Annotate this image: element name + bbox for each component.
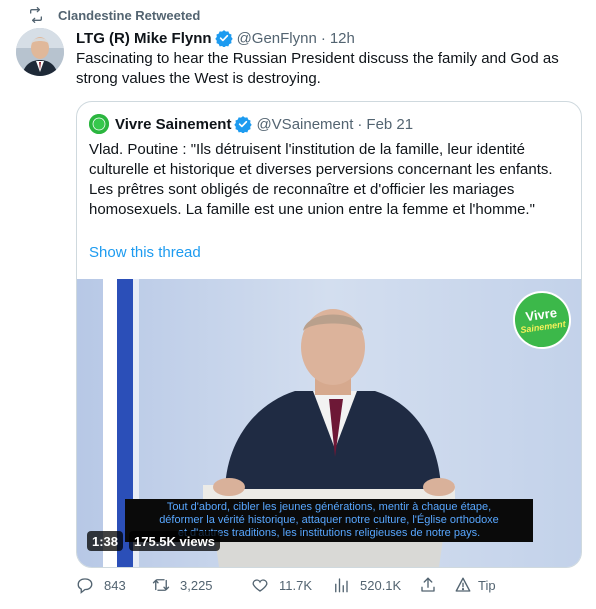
quote-author-name[interactable]: Vivre Sainement bbox=[115, 116, 231, 133]
tweet-header: LTG (R) Mike Flynn @GenFlynn · 12h bbox=[76, 28, 355, 48]
author-avatar[interactable] bbox=[16, 28, 64, 76]
quote-author-handle[interactable]: @VSainement bbox=[256, 116, 353, 133]
quote-header-separator: · bbox=[357, 115, 363, 133]
retweet-button[interactable]: 3,225 bbox=[152, 576, 213, 594]
view-count: 520.1K bbox=[360, 577, 402, 593]
views-chart-icon bbox=[332, 576, 350, 594]
quote-timestamp[interactable]: Feb 21 bbox=[366, 116, 413, 133]
views-button[interactable]: 520.1K bbox=[332, 576, 401, 594]
like-count: 11.7K bbox=[279, 577, 313, 593]
reply-count: 843 bbox=[104, 577, 126, 593]
video-duration-badge: 1:38 bbox=[87, 531, 124, 551]
retweet-icon bbox=[152, 576, 170, 594]
author-name[interactable]: LTG (R) Mike Flynn bbox=[76, 30, 212, 47]
verified-badge-icon bbox=[214, 29, 233, 47]
retweet-count: 3,225 bbox=[180, 577, 213, 593]
subtitle-line: déformer la vérité historique, attaquer … bbox=[159, 514, 499, 526]
share-icon bbox=[419, 576, 437, 594]
quote-verified-badge-icon bbox=[234, 115, 253, 133]
quote-text: Vlad. Poutine : "Ils détruisent l'instit… bbox=[89, 141, 553, 218]
heart-icon bbox=[251, 576, 269, 594]
tip-icon bbox=[454, 576, 472, 594]
subtitle-line: Tout d'abord, cibler les jeunes générati… bbox=[166, 501, 492, 513]
show-thread-link[interactable]: Show this thread bbox=[89, 244, 201, 261]
quoted-tweet-card[interactable]: Vivre Sainement @VSainement · Feb 21 Vla… bbox=[76, 101, 582, 568]
retweet-banner-text: Clandestine Retweeted bbox=[58, 7, 201, 23]
retweet-banner[interactable]: Clandestine Retweeted bbox=[28, 6, 200, 24]
tip-label: Tip bbox=[478, 577, 496, 593]
share-button[interactable] bbox=[419, 576, 447, 594]
header-separator: · bbox=[320, 29, 326, 47]
retweet-icon bbox=[28, 7, 44, 23]
tweet-text: Fascinating to hear the Russian Presiden… bbox=[76, 50, 559, 87]
like-button[interactable]: 11.7K bbox=[251, 576, 312, 594]
quote-header: Vivre Sainement @VSainement · Feb 21 bbox=[89, 114, 413, 134]
author-handle[interactable]: @GenFlynn bbox=[237, 30, 317, 47]
reply-button[interactable]: 843 bbox=[76, 576, 126, 594]
tip-button[interactable]: Tip bbox=[454, 576, 496, 594]
video-views-badge: 175.5K views bbox=[129, 531, 220, 551]
reply-icon bbox=[76, 576, 94, 594]
quote-author-avatar[interactable] bbox=[89, 114, 109, 134]
tweet-timestamp[interactable]: 12h bbox=[330, 30, 355, 47]
video-player[interactable]: Vivre Sainement Tout d'abord, cibler les… bbox=[77, 279, 581, 567]
